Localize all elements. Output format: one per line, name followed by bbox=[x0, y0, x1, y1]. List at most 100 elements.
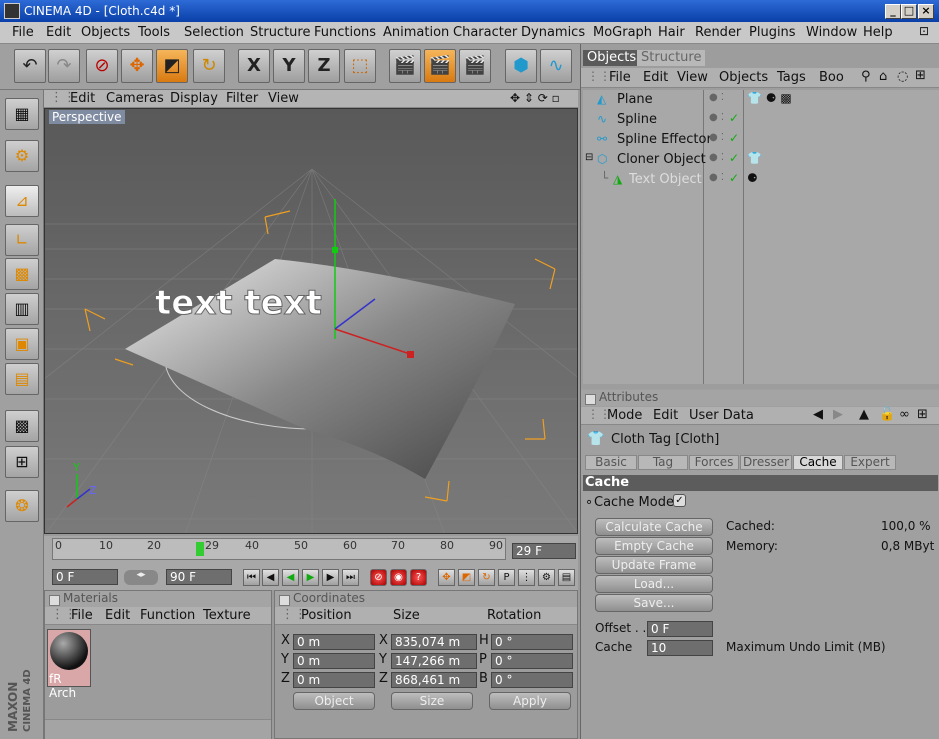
timeline-options-icon[interactable]: ▤ bbox=[558, 569, 575, 586]
size-y-field[interactable]: 147,266 m bbox=[391, 653, 477, 669]
axis-mode-icon[interactable]: ▤ bbox=[5, 363, 39, 395]
forward-arrow-icon[interactable]: ▶ bbox=[833, 407, 843, 422]
sculpt-icon[interactable]: ❂ bbox=[5, 490, 39, 522]
texture-mode-icon[interactable]: ▣ bbox=[5, 328, 39, 360]
filter-icon[interactable]: ◌ bbox=[897, 69, 908, 84]
tab-objects[interactable]: Objects bbox=[583, 50, 641, 66]
menu-objects[interactable]: Objects bbox=[81, 25, 130, 40]
record-icon[interactable]: ⊘ bbox=[370, 569, 387, 586]
size-x-field[interactable]: 835,074 m bbox=[391, 634, 477, 650]
mat-menu-file[interactable]: File bbox=[71, 608, 93, 623]
viewport-menu-cameras[interactable]: Cameras bbox=[106, 91, 164, 106]
menu-structure[interactable]: Structure bbox=[250, 25, 310, 40]
world-coord-icon[interactable]: ⬚ bbox=[344, 49, 376, 83]
list-item[interactable]: ⚯ Spline Effector ● ⁚ ✓ bbox=[583, 130, 939, 150]
viewport-menu-view[interactable]: View bbox=[268, 91, 299, 106]
new-window-icon[interactable]: ⊞ bbox=[915, 68, 926, 83]
size-z-field[interactable]: 868,461 m bbox=[391, 672, 477, 688]
viewport-menu-display[interactable]: Display bbox=[170, 91, 218, 106]
new-window-icon[interactable]: ⊞ bbox=[917, 407, 928, 422]
list-item[interactable]: └ ◮ Text Object ● ⁚ ✓ ⚈ bbox=[583, 170, 939, 190]
rot-p-field[interactable]: 0 ° bbox=[491, 653, 573, 669]
menu-tools[interactable]: Tools bbox=[138, 25, 170, 40]
obj-menu-objects[interactable]: Objects bbox=[719, 70, 768, 85]
apply-button[interactable]: Apply bbox=[489, 692, 571, 710]
tab-forces[interactable]: Forces bbox=[689, 455, 739, 470]
visibility-dots-icon[interactable]: ● ⁚ bbox=[709, 112, 724, 123]
back-arrow-icon[interactable]: ◀ bbox=[813, 407, 823, 422]
record-pla-icon[interactable]: ⋮ bbox=[518, 569, 535, 586]
tab-dresser[interactable]: Dresser bbox=[740, 455, 792, 470]
menu-character[interactable]: Character bbox=[453, 25, 517, 40]
record-rotation-icon[interactable]: ↻ bbox=[478, 569, 495, 586]
lock-icon[interactable]: 🔓 bbox=[879, 407, 895, 422]
keyframe-selection-icon[interactable]: ? bbox=[410, 569, 427, 586]
obj-menu-tags[interactable]: Tags bbox=[777, 70, 806, 85]
layout-switch-icon[interactable]: ▦ bbox=[5, 98, 39, 130]
next-key-icon[interactable]: ▶ bbox=[322, 569, 339, 586]
empty-cache-button[interactable]: Empty Cache bbox=[595, 537, 713, 555]
end-frame-field[interactable]: 90 F bbox=[166, 569, 232, 585]
rot-h-field[interactable]: 0 ° bbox=[491, 634, 573, 650]
timeline-ruler[interactable]: 0 10 20 29 40 50 60 70 80 90 bbox=[52, 538, 506, 560]
save-button[interactable]: Save... bbox=[595, 594, 713, 612]
obj-menu-view[interactable]: View bbox=[677, 70, 708, 85]
viewport-nav-icons[interactable]: ✥ ⇕ ⟳ ▫ bbox=[510, 91, 560, 105]
scale-icon[interactable]: ◩ bbox=[156, 49, 188, 83]
link-icon[interactable]: ∞ bbox=[899, 407, 910, 422]
model-tool-icon[interactable]: ⚙ bbox=[5, 140, 39, 172]
collapse-icon[interactable]: ⊟ bbox=[585, 152, 593, 163]
time-cursor[interactable] bbox=[196, 542, 204, 556]
obj-menu-file[interactable]: File bbox=[609, 70, 631, 85]
tab-tag[interactable]: Tag bbox=[638, 455, 688, 470]
search-icon[interactable]: ⚲ bbox=[861, 69, 871, 84]
calculate-cache-button[interactable]: Calculate Cache bbox=[595, 518, 713, 536]
render-picture-viewer-icon[interactable]: 🎬 bbox=[424, 49, 456, 83]
points-mode-icon[interactable]: ∟ bbox=[5, 224, 39, 256]
menu-file[interactable]: File bbox=[12, 25, 34, 40]
goto-end-icon[interactable]: ⏭ bbox=[342, 569, 359, 586]
play-reverse-icon[interactable]: ◀ bbox=[282, 569, 299, 586]
pos-x-field[interactable]: 0 m bbox=[293, 634, 375, 650]
undo-icon[interactable]: ↶ bbox=[14, 49, 46, 83]
x-axis-icon[interactable]: X bbox=[238, 49, 270, 83]
menu-render[interactable]: Render bbox=[695, 25, 741, 40]
list-item[interactable]: ⊟ ⬡ Cloner Object ● ⁚ ✓ 👕 bbox=[583, 150, 939, 170]
viewport-label[interactable]: Perspective bbox=[49, 110, 125, 124]
home-icon[interactable]: ⌂ bbox=[879, 69, 887, 84]
enabled-check-icon[interactable]: ✓ bbox=[729, 171, 739, 185]
menu-animation[interactable]: Animation bbox=[383, 25, 449, 40]
cache-mode-checkbox[interactable]: ✓ bbox=[673, 494, 686, 507]
uv-icon[interactable]: ⊞ bbox=[5, 446, 39, 478]
menu-mograph[interactable]: MoGraph bbox=[593, 25, 652, 40]
tab-cache[interactable]: Cache bbox=[793, 455, 843, 470]
visibility-dots-icon[interactable]: ● ⁚ bbox=[709, 152, 724, 163]
edges-mode-icon[interactable]: ▩ bbox=[5, 258, 39, 290]
interp-icon[interactable]: ⚙ bbox=[538, 569, 555, 586]
current-frame-field[interactable]: 29 F bbox=[512, 543, 576, 559]
attr-menu-edit[interactable]: Edit bbox=[653, 408, 678, 423]
play-icon[interactable]: ▶ bbox=[302, 569, 319, 586]
material-swatch[interactable]: fR Arch bbox=[47, 629, 91, 700]
object-axis-icon[interactable]: ⊿ bbox=[5, 185, 39, 217]
render-settings-icon[interactable]: 🎬 bbox=[459, 49, 491, 83]
maximize-button[interactable]: □ bbox=[901, 4, 917, 19]
attr-menu-userdata[interactable]: User Data bbox=[689, 408, 754, 423]
offset-field[interactable]: 0 F bbox=[647, 621, 713, 637]
viewport-menu-edit[interactable]: Edit bbox=[70, 91, 95, 106]
tab-structure[interactable]: Structure bbox=[637, 50, 706, 66]
tab-expert[interactable]: Expert bbox=[844, 455, 896, 470]
obj-menu-bookmarks[interactable]: Boo bbox=[819, 70, 844, 85]
z-axis-icon[interactable]: Z bbox=[308, 49, 340, 83]
record-param-icon[interactable]: P bbox=[498, 569, 515, 586]
menu-plugins[interactable]: Plugins bbox=[749, 25, 796, 40]
close-button[interactable]: × bbox=[918, 4, 934, 19]
menu-hair[interactable]: Hair bbox=[658, 25, 685, 40]
menu-selection[interactable]: Selection bbox=[184, 25, 244, 40]
minimize-button[interactable]: _ bbox=[885, 4, 901, 19]
menu-functions[interactable]: Functions bbox=[314, 25, 376, 40]
goto-start-icon[interactable]: ⏮ bbox=[243, 569, 260, 586]
menu-window[interactable]: Window bbox=[806, 25, 857, 40]
obj-menu-edit[interactable]: Edit bbox=[643, 70, 668, 85]
rot-b-field[interactable]: 0 ° bbox=[491, 672, 573, 688]
